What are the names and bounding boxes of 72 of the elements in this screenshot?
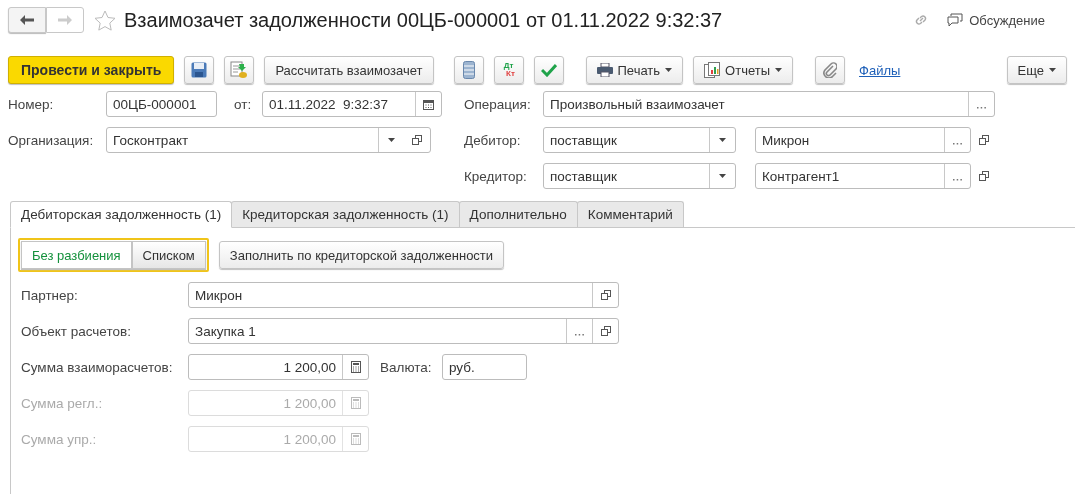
attach-button[interactable] — [815, 56, 846, 84]
back-button[interactable] — [8, 7, 46, 33]
caret-icon — [665, 68, 673, 72]
save-button[interactable] — [184, 56, 215, 84]
currency-field[interactable]: руб. — [442, 354, 527, 380]
fill-button[interactable]: Заполнить по кредиторской задолженности — [218, 241, 505, 269]
field-label: Партнер: — [21, 287, 79, 303]
post-button[interactable] — [224, 56, 255, 84]
list-button[interactable] — [453, 56, 484, 84]
report-chart-icon — [704, 62, 721, 78]
reference-field[interactable]: Закупка 1 — [188, 318, 619, 344]
field-label: Кредитор: — [464, 168, 528, 184]
open-window-icon — [600, 326, 611, 336]
back-arrow-icon — [20, 15, 34, 25]
mode-button[interactable]: Списком — [131, 241, 206, 269]
post-and-close-button[interactable]: Провести и закрыть — [8, 56, 175, 84]
mode-button[interactable]: Без разбиения — [21, 241, 132, 269]
caret-icon — [719, 174, 726, 178]
star-icon[interactable] — [94, 9, 116, 31]
field-label: Операция: — [464, 96, 532, 112]
open-window-icon — [979, 171, 989, 181]
discussion-label: Обсуждение — [969, 12, 1045, 28]
window-title: Взаимозачет задолженности 00ЦБ-000001 от 01.11.2022 9:32:37 — [124, 8, 723, 32]
debit-credit-button[interactable]: Дт Кт — [493, 56, 524, 84]
files-link[interactable]: Файлы — [859, 62, 901, 78]
organization-field[interactable]: Госконтракт — [106, 127, 431, 153]
checkmark-icon — [540, 63, 557, 77]
check-button[interactable] — [533, 56, 564, 84]
field-label: Организация: — [8, 132, 95, 148]
tab[interactable]: Дебиторская задолженность (1) — [10, 201, 233, 228]
date-field[interactable]: 01.11.2022 9:32:37 — [262, 91, 442, 117]
field-label: Сумма упр.: — [21, 431, 98, 447]
reports-button[interactable]: Отчеты — [693, 56, 794, 84]
speech-bubbles-icon — [947, 13, 964, 27]
caret-icon — [719, 138, 726, 142]
field-label: Валюта: — [380, 359, 433, 375]
reference-field[interactable]: Микрон — [188, 282, 619, 308]
open-window-icon — [600, 290, 611, 300]
discussion-link[interactable]: Обсуждение — [947, 12, 1045, 28]
field-label: от: — [233, 96, 253, 112]
amount-field[interactable]: 1 200,00 — [188, 354, 369, 380]
print-button[interactable]: Печать — [585, 56, 684, 84]
tab[interactable]: Комментарий — [576, 201, 684, 227]
type-dropdown[interactable]: поставщик — [543, 127, 736, 153]
document-coins-icon — [230, 61, 249, 79]
calculator-icon — [350, 397, 361, 409]
calculator-icon — [350, 361, 361, 373]
caret-icon — [388, 138, 395, 142]
paperclip-icon — [823, 62, 838, 78]
list-icon — [462, 61, 475, 79]
calendar-icon — [423, 98, 434, 110]
type-dropdown[interactable]: поставщик — [543, 163, 736, 189]
calculator-icon — [350, 433, 361, 445]
open-window-icon — [979, 135, 989, 145]
tab[interactable]: Дополнительно — [458, 201, 578, 227]
field-label: Дебитор: — [464, 132, 522, 148]
caret-icon — [775, 68, 783, 72]
field-label: Сумма взаиморасчетов: — [21, 359, 174, 375]
operation-field[interactable]: Произвольный взаимозачет — [543, 91, 995, 117]
open-window-icon — [412, 135, 422, 145]
calculate-button[interactable]: Рассчитать взаимозачет — [264, 56, 434, 84]
caret-icon — [1049, 68, 1056, 72]
field-label: Номер: — [8, 96, 55, 112]
field-label: Сумма регл.: — [21, 395, 104, 411]
counterparty-field[interactable]: Микрон — [755, 127, 971, 153]
counterparty-field[interactable]: Контрагент1 — [755, 163, 971, 189]
printer-icon — [596, 63, 613, 77]
number-field[interactable]: 00ЦБ-000001 — [106, 91, 217, 117]
forward-arrow-icon — [58, 15, 72, 25]
field-label: Объект расчетов: — [21, 323, 132, 339]
tab[interactable]: Кредиторская задолженность (1) — [231, 201, 460, 227]
more-button[interactable]: Еще — [1006, 56, 1067, 84]
